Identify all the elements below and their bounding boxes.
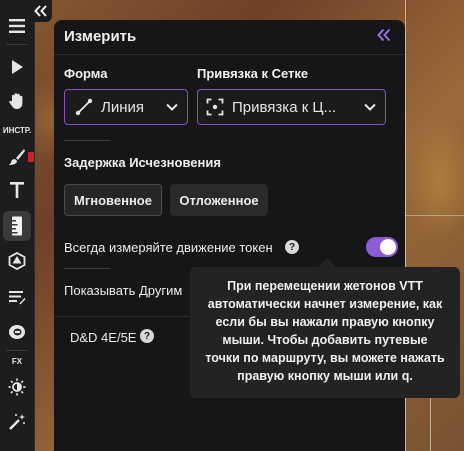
chevron-down-icon <box>364 103 376 111</box>
text-icon[interactable] <box>0 178 34 202</box>
shape-label: Форма <box>64 66 108 81</box>
left-toolbar: ИНСТР. FX <box>0 0 35 451</box>
collapse-panel-button[interactable] <box>377 28 391 47</box>
tooltip-line: правую кнопку мыши или q. <box>237 369 413 383</box>
fade-delayed-button[interactable]: Отложенное <box>170 184 268 216</box>
divider <box>64 268 110 269</box>
ruler-icon[interactable] <box>3 211 31 241</box>
show-others-label: Показывать Другим <box>64 283 183 298</box>
snap-select[interactable]: Привязка к Ц... <box>197 89 386 125</box>
help-icon[interactable]: ? <box>140 329 154 343</box>
ruleset-label: D&D 4E/5E <box>70 330 137 345</box>
dice-icon[interactable] <box>0 249 34 273</box>
snap-value: Привязка к Ц... <box>232 98 337 116</box>
collapse-toolbar-button[interactable] <box>30 0 52 22</box>
grid-line <box>405 215 464 216</box>
double-chevron-left-icon <box>377 28 391 42</box>
fade-instant-button[interactable]: Мгновенное <box>64 184 162 216</box>
active-color-swatch[interactable] <box>28 152 34 162</box>
tooltip-line: если бы вы нажали правую кнопку <box>215 315 435 329</box>
shape-select[interactable]: Линия <box>64 89 188 125</box>
pointer-icon[interactable] <box>0 56 34 78</box>
fade-delay-label: Задержка Исчезновения <box>64 155 221 170</box>
notes-icon[interactable] <box>0 285 34 309</box>
divider <box>6 44 28 45</box>
snap-label: Привязка к Сетке <box>197 66 309 81</box>
shape-value: Линия <box>101 98 145 116</box>
help-icon[interactable]: ? <box>285 240 299 254</box>
lighting-icon[interactable] <box>0 375 34 399</box>
chevron-down-icon <box>166 103 178 111</box>
grid-line <box>430 398 431 451</box>
double-chevron-left-icon <box>34 5 47 17</box>
divider <box>6 350 28 351</box>
tooltip-line: При перемещении жетонов VTT <box>227 279 423 293</box>
hand-icon[interactable] <box>0 90 34 112</box>
divider <box>64 140 110 141</box>
always-measure-label: Всегда измеряйте движение токен <box>64 240 273 255</box>
magic-wand-icon[interactable] <box>0 410 34 434</box>
token-icon[interactable] <box>0 320 34 344</box>
snap-center-icon <box>206 98 224 116</box>
tooltip-line: автоматически начнет измерение, как <box>207 297 443 311</box>
fx-section-label: FX <box>11 357 23 366</box>
always-measure-toggle[interactable] <box>366 237 398 257</box>
tools-section-label: ИНСТР. <box>2 126 32 135</box>
line-shape-icon <box>75 98 93 116</box>
tooltip-line: мыши. Чтобы добавить путевые <box>222 333 428 347</box>
help-tooltip: При перемещении жетонов VTT автоматическ… <box>190 267 460 398</box>
toggle-knob <box>380 239 396 255</box>
panel-title: Измерить <box>64 28 137 45</box>
menu-icon[interactable] <box>0 14 34 38</box>
panel-header: Измерить <box>54 20 405 55</box>
tooltip-arrow <box>318 258 336 267</box>
tooltip-line: точки по маршруту, вы можете нажать <box>205 351 445 365</box>
